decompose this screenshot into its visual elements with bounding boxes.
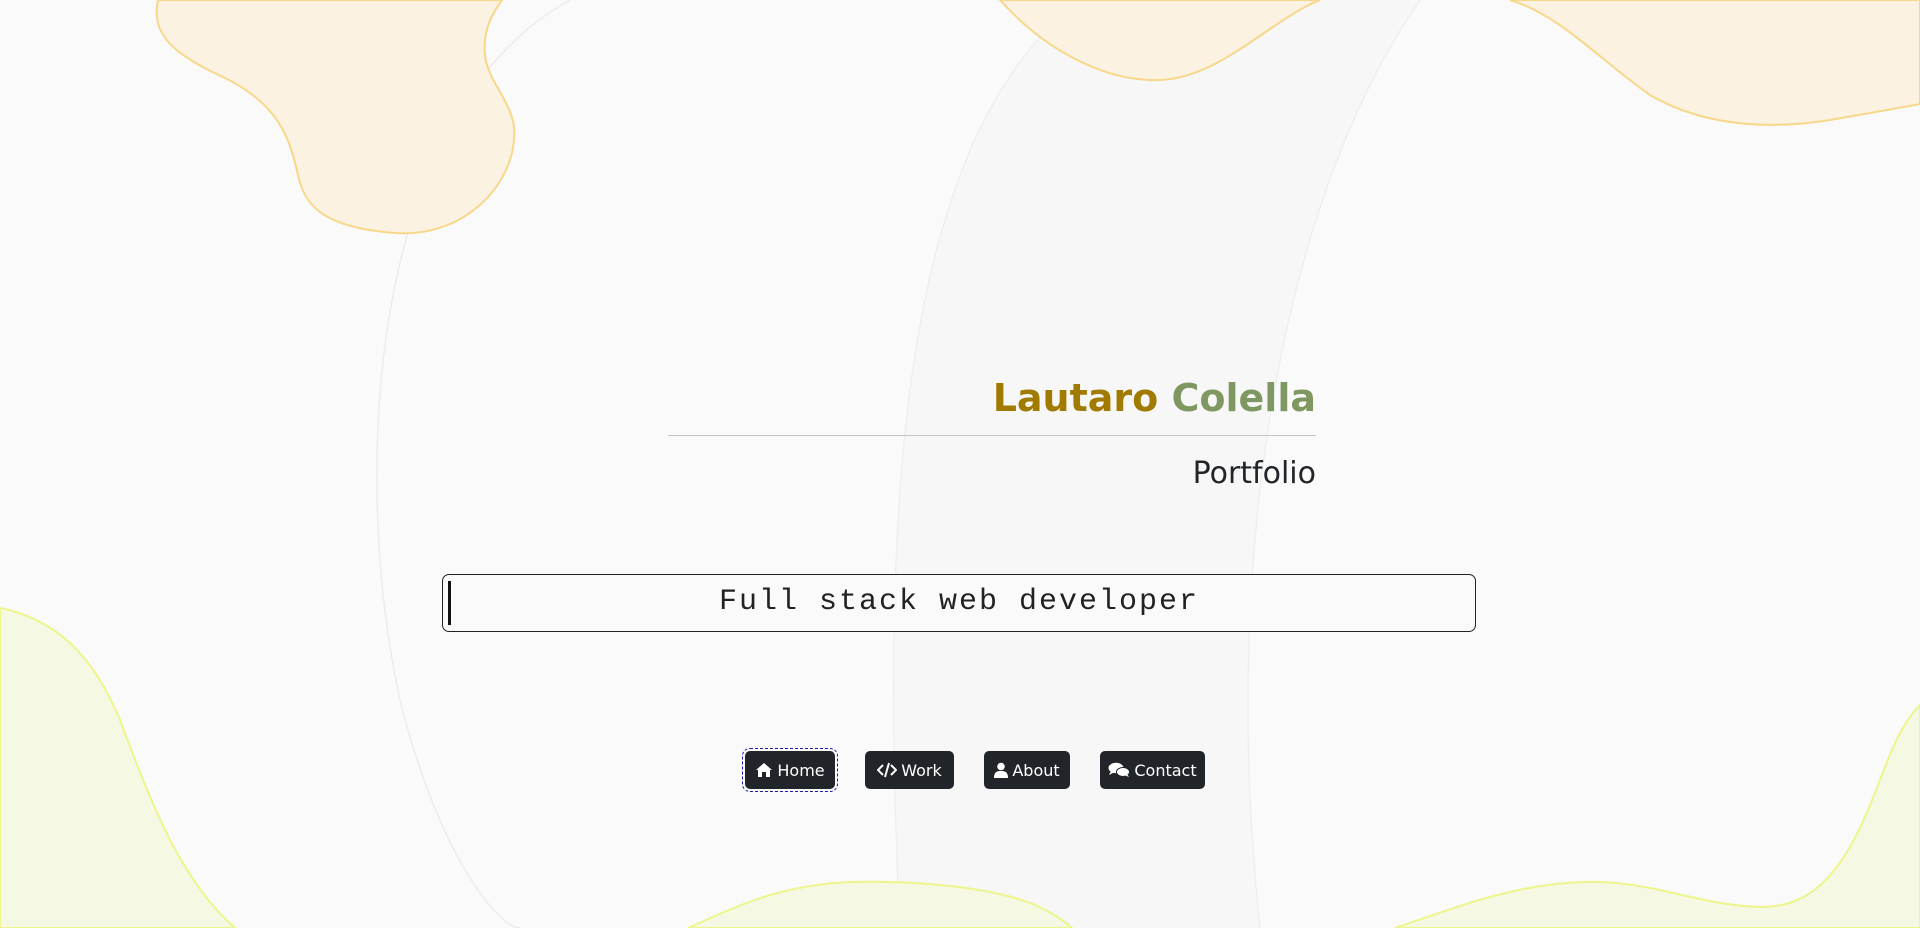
typewriter-box: Full stack web developer xyxy=(442,574,1476,632)
main-navigation: Home Work About Contact xyxy=(0,748,1920,792)
user-icon xyxy=(994,762,1009,778)
title-divider xyxy=(668,435,1316,436)
blob-top-right xyxy=(1509,0,1920,126)
blob-top-left xyxy=(155,0,516,235)
home-button[interactable]: Home xyxy=(742,748,838,792)
contact-button-label: Contact xyxy=(1134,760,1197,780)
portfolio-page: Lautaro Colella Portfolio Full stack web… xyxy=(0,0,1920,928)
blob-bottom-right xyxy=(1394,703,1920,928)
last-name: Colella xyxy=(1171,376,1317,420)
subtitle: Portfolio xyxy=(1192,456,1316,491)
first-name: Lautaro xyxy=(992,376,1159,420)
typewriter-text: Full stack web developer xyxy=(718,585,1200,619)
work-button-label: Work xyxy=(901,760,942,780)
work-button[interactable]: Work xyxy=(865,751,954,789)
home-button-label: Home xyxy=(777,760,825,780)
about-button[interactable]: About xyxy=(984,751,1070,789)
code-icon xyxy=(877,762,898,778)
home-icon xyxy=(755,762,773,778)
name-heading: Lautaro Colella xyxy=(668,368,1316,428)
about-button-label: About xyxy=(1012,760,1060,780)
contact-button[interactable]: Contact xyxy=(1100,751,1205,789)
comments-icon xyxy=(1108,762,1131,778)
